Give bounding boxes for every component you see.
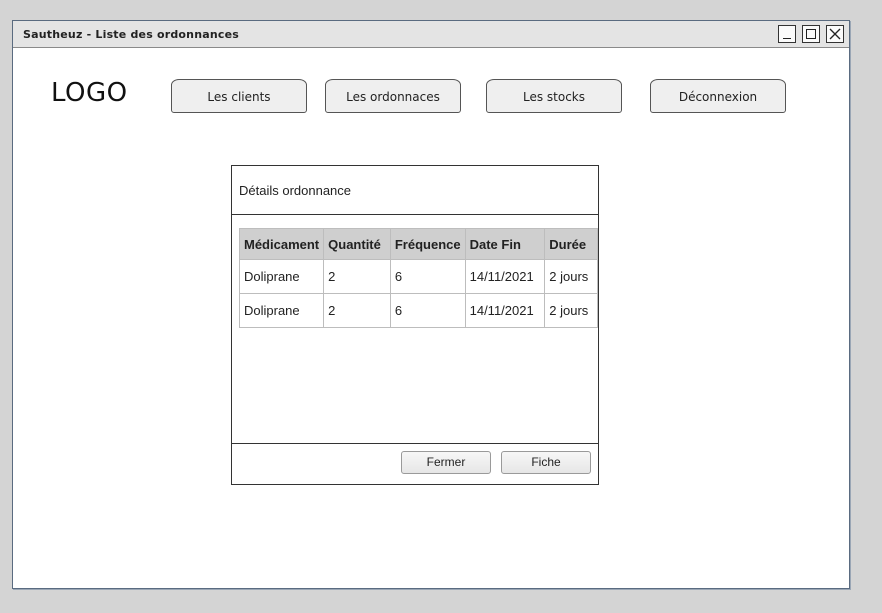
cell-duree: 2 jours [544, 293, 598, 328]
window-title: Sautheuz - Liste des ordonnances [23, 28, 240, 41]
title-bar: Sautheuz - Liste des ordonnances [13, 21, 849, 48]
table-row[interactable]: Doliprane 2 6 14/11/2021 2 jours [238, 259, 598, 294]
minimize-icon[interactable] [778, 25, 796, 43]
dialog-title: Détails ordonnance [239, 183, 352, 198]
cell-medicament: Doliprane [238, 293, 325, 328]
cell-quantite: 2 [323, 293, 391, 328]
app-window: Sautheuz - Liste des ordonnances LOGO Le… [12, 20, 850, 589]
table-header-row: Médicament Quantité Fréquence Date Fin D… [238, 228, 598, 260]
cell-quantite: 2 [323, 259, 391, 294]
column-header-duree[interactable]: Durée [544, 228, 598, 260]
maximize-icon[interactable] [802, 25, 820, 43]
fermer-button[interactable]: Fermer [401, 451, 491, 474]
dialog-header: Détails ordonnance [232, 166, 598, 215]
prescription-table: Médicament Quantité Fréquence Date Fin D… [238, 228, 598, 328]
cell-date-fin: 14/11/2021 [464, 259, 546, 294]
nav-tab-clients[interactable]: Les clients [171, 79, 307, 113]
cell-medicament: Doliprane [238, 259, 325, 294]
fiche-button[interactable]: Fiche [501, 451, 591, 474]
column-header-medicament[interactable]: Médicament [238, 228, 325, 260]
close-icon[interactable] [826, 25, 844, 43]
column-header-date-fin[interactable]: Date Fin [464, 228, 546, 260]
cell-frequence: 6 [389, 259, 466, 294]
nav-tab-stocks[interactable]: Les stocks [486, 79, 622, 113]
nav-tab-deconnexion[interactable]: Déconnexion [650, 79, 786, 113]
dialog-footer: Fermer Fiche [232, 443, 598, 484]
table-row[interactable]: Doliprane 2 6 14/11/2021 2 jours [238, 293, 598, 328]
cell-date-fin: 14/11/2021 [464, 293, 546, 328]
cell-duree: 2 jours [544, 259, 598, 294]
column-header-quantite[interactable]: Quantité [323, 228, 391, 260]
logo: LOGO [51, 78, 128, 108]
nav-tab-ordonnances[interactable]: Les ordonnaces [325, 79, 461, 113]
prescription-details-dialog: Détails ordonnance Médicament Quantité F… [231, 165, 599, 485]
cell-frequence: 6 [389, 293, 466, 328]
column-header-frequence[interactable]: Fréquence [389, 228, 466, 260]
